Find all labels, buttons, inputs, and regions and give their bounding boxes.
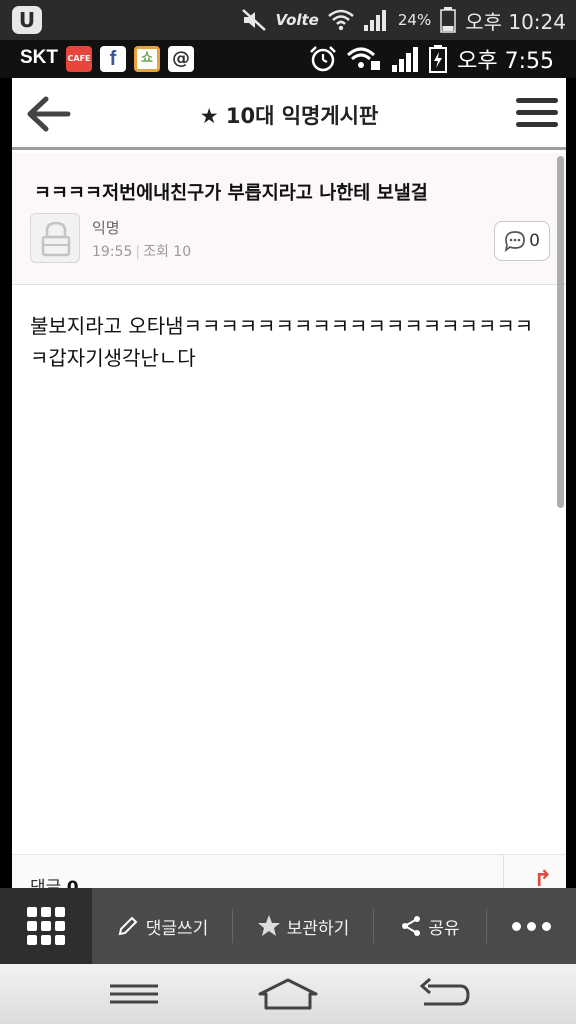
mute-icon xyxy=(241,9,266,31)
post-header: ㅋㅋㅋㅋ저번에내친구가 부릅지라고 나한테 보낼걸 익명 19:55 | 조회 10… xyxy=(12,153,566,285)
inner-status-bar: SKT CAFE f 쇼 @ 오후 7:55 xyxy=(0,40,576,78)
alarm-icon xyxy=(310,46,336,72)
redo-arrow-icon[interactable]: ↱ xyxy=(534,867,552,888)
app-content: ★ 10대 익명게시판 ㅋㅋㅋㅋ저번에내친구가 부릅지라고 나한테 보낼걸 익명… xyxy=(12,78,566,888)
top-bar: ★ 10대 익명게시판 xyxy=(12,78,566,150)
charging-battery-icon xyxy=(429,45,448,73)
scrollbar[interactable] xyxy=(557,156,564,508)
signal-icon xyxy=(363,10,386,31)
shopping-app-icon: 쇼 xyxy=(134,46,160,72)
system-nav-bar xyxy=(0,964,576,1024)
outer-clock: 오후 10:24 xyxy=(465,9,566,34)
speech-bubble-icon xyxy=(504,231,525,252)
carrier-label: SKT xyxy=(20,47,58,68)
comments-label: 댓글 0 xyxy=(30,873,79,888)
avatar xyxy=(30,213,80,263)
more-dots-icon xyxy=(511,921,551,931)
post-body: 불보지라고 오타냄ㅋㅋㅋㅋㅋㅋㅋㅋㅋㅋㅋㅋㅋㅋㅋㅋㅋㅋㅋㅋ갑자기생각난ㄴ다 xyxy=(30,314,534,370)
lock-icon xyxy=(41,221,71,257)
share-icon xyxy=(402,916,421,936)
bookmark-button[interactable]: 보관하기 xyxy=(233,888,373,964)
share-button[interactable]: 공유 xyxy=(374,888,486,964)
star-icon xyxy=(257,915,280,936)
wifi-lock-icon xyxy=(347,47,381,70)
wifi-icon xyxy=(328,9,354,31)
outer-status-bar: U Volte 24% 오후 10:24 xyxy=(0,0,576,40)
inner-clock: 오후 7:55 xyxy=(457,49,554,74)
carrier-logo-icon: U xyxy=(12,6,42,34)
board-title: ★ 10대 익명게시판 xyxy=(199,104,379,128)
comment-count-button[interactable]: 0 xyxy=(494,221,550,261)
battery-icon xyxy=(440,7,456,33)
bottom-toolbar: 댓글쓰기 보관하기 공유 xyxy=(0,888,576,964)
email-app-icon: @ xyxy=(168,46,194,72)
post-title: ㅋㅋㅋㅋ저번에내친구가 부릅지라고 나한테 보낼걸 xyxy=(34,183,428,204)
menu-icon[interactable] xyxy=(516,98,558,132)
volte-label: Volte xyxy=(275,11,319,29)
post-time: 19:55 xyxy=(92,244,133,260)
recent-apps-icon[interactable] xyxy=(104,974,164,1014)
comment-count: 0 xyxy=(529,231,540,251)
comments-count: 0 xyxy=(66,878,79,888)
comments-bar: 댓글 0 ↱ xyxy=(12,854,566,888)
write-comment-button[interactable]: 댓글쓰기 xyxy=(92,888,232,964)
post-author: 익명 xyxy=(92,219,120,237)
cafe-app-icon: CAFE xyxy=(66,46,92,72)
facebook-app-icon: f xyxy=(100,46,126,72)
grid-menu-button[interactable] xyxy=(0,888,92,964)
home-icon[interactable] xyxy=(256,974,320,1014)
grid-icon xyxy=(27,907,65,945)
post-views: 조회 10 xyxy=(143,244,192,260)
battery-percent: 24% xyxy=(397,11,432,29)
more-button[interactable] xyxy=(487,888,575,964)
post-meta: 19:55 | 조회 10 xyxy=(92,244,192,260)
pencil-icon xyxy=(118,916,138,936)
signal-strength-icon xyxy=(392,47,419,72)
back-nav-icon[interactable] xyxy=(414,974,474,1014)
